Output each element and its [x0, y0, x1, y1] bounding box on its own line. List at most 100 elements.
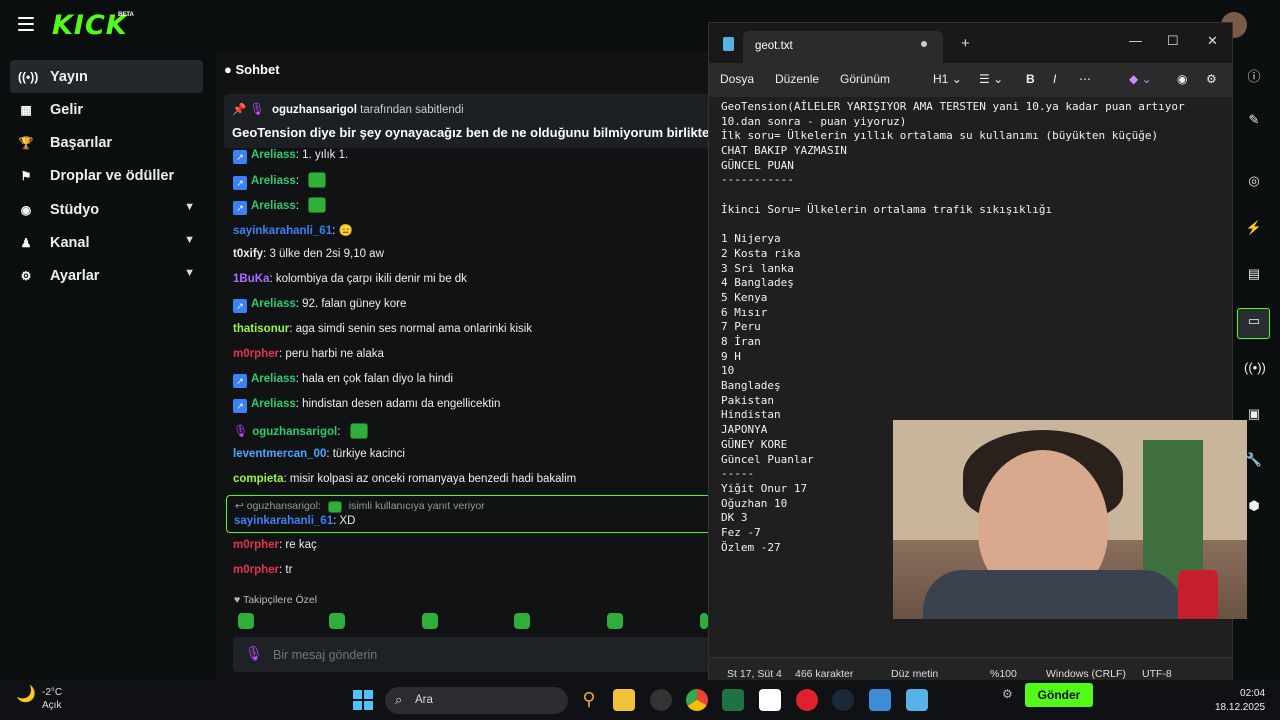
emote-icon — [308, 197, 327, 213]
nav-item-droplar[interactable]: ⚑ Droplar ve ödüller — [10, 159, 203, 192]
document-icon[interactable]: ▤ — [1244, 266, 1264, 286]
nav-item-yayin[interactable]: ((•)) Yayın — [10, 60, 203, 93]
excel-icon[interactable] — [722, 689, 744, 711]
weather-widget[interactable]: 🌙 -2°C Açık — [16, 686, 63, 712]
italic-icon[interactable]: I — [1053, 72, 1056, 86]
bold-icon[interactable]: B — [1026, 72, 1035, 86]
chat-username[interactable]: m0rpher — [233, 564, 279, 576]
wrench-icon[interactable]: 🔧 — [1244, 452, 1264, 472]
kick-logo[interactable]: KICK — [52, 10, 128, 41]
temperature: -2°C — [42, 687, 63, 698]
chat-username[interactable]: sayinkarahanli_61 — [233, 225, 332, 237]
chat-username[interactable]: Areliass — [251, 373, 296, 385]
opera-icon[interactable] — [796, 689, 818, 711]
copilot-icon[interactable]: ◆ ⌄ — [1129, 72, 1152, 86]
pin-icon: 📌 — [232, 104, 247, 116]
obs-icon[interactable] — [650, 689, 672, 711]
layout-icon[interactable]: ▣ — [1244, 406, 1264, 426]
chat-input-box[interactable]: 🎙 — [233, 637, 736, 672]
reply-message[interactable]: ↩ oguzhansarigol: isimli kullanıcıya yan… — [226, 495, 736, 533]
search-app-icon[interactable]: ⚲ — [578, 689, 600, 711]
reply-header: ↩ oguzhansarigol: isimli kullanıcıya yan… — [235, 500, 485, 513]
chat-username[interactable]: m0rpher — [233, 348, 279, 360]
emote-icon[interactable] — [422, 613, 438, 629]
emote-icon[interactable] — [700, 613, 708, 629]
tab-geot[interactable]: geot.txt — [743, 31, 943, 63]
steam-icon[interactable] — [832, 689, 854, 711]
account-icon[interactable]: ◉ — [1177, 72, 1187, 86]
text-line: GeoTension(AİLELER YARIŞIYOR AMA TERSTEN… — [721, 100, 1185, 113]
chat-username[interactable]: oguzhansarigol — [252, 426, 337, 438]
chat-settings-icon[interactable]: ⚙ — [1002, 687, 1013, 701]
emote-icon[interactable] — [329, 613, 345, 629]
camera-icon[interactable]: ◎ — [1244, 173, 1264, 193]
chrome-icon[interactable] — [686, 689, 708, 711]
nav-item-ayarlar[interactable]: ⚙ Ayarlar ▼ — [10, 259, 203, 292]
photos-icon[interactable] — [869, 689, 891, 711]
minimize-icon[interactable]: — — [1129, 33, 1142, 48]
broadcast-icon[interactable]: ((•)) — [1244, 360, 1266, 380]
emote-icon[interactable] — [514, 613, 530, 629]
zoom-level[interactable]: %100 — [990, 668, 1017, 680]
menu-gorunum[interactable]: Görünüm — [840, 72, 890, 86]
list-icon[interactable]: ☰ ⌄ — [979, 72, 1003, 86]
emote-icon[interactable] — [238, 613, 254, 629]
unsaved-dot-icon[interactable] — [921, 41, 927, 47]
revenue-icon: ▦ — [20, 102, 32, 117]
nav-item-studyo[interactable]: ◉ Stüdyo ▼ — [10, 193, 203, 226]
more-icon[interactable]: ⋯ — [1079, 72, 1091, 86]
text-line — [721, 218, 1221, 233]
chat-username[interactable]: Areliass — [251, 200, 296, 212]
gear-icon: ⚙ — [20, 268, 32, 283]
text-line: İlk soru= Ülkelerin yıllık ortalama su k… — [721, 129, 1159, 143]
studio-icon: ◉ — [20, 202, 32, 217]
nav-item-kanal[interactable]: ♟ Kanal ▼ — [10, 226, 203, 259]
nav-item-basarilar[interactable]: 🏆 Başarılar — [10, 126, 203, 159]
chat-message-input[interactable] — [273, 637, 713, 672]
integrations-icon[interactable]: ⬢ — [1244, 498, 1264, 518]
text-mode[interactable]: Düz metin — [891, 668, 938, 680]
chat-username[interactable]: leventmercan_00 — [233, 448, 326, 460]
chat-username[interactable]: Areliass — [251, 398, 296, 410]
chat-username[interactable]: Areliass — [251, 298, 296, 310]
chat-username[interactable]: Areliass — [251, 175, 296, 187]
chat-icon[interactable]: ▭ — [1244, 313, 1264, 333]
taskbar-search[interactable]: ⌕ Ara — [385, 687, 568, 714]
heading-select[interactable]: H1 ⌄ — [933, 72, 962, 86]
notepad-taskbar-icon[interactable] — [906, 689, 928, 711]
line-ending[interactable]: Windows (CRLF) — [1046, 668, 1126, 680]
close-icon[interactable]: ✕ — [1207, 33, 1218, 49]
webcam-person-body — [923, 570, 1183, 619]
lightning-icon[interactable]: ⚡ — [1244, 220, 1264, 240]
send-button[interactable]: Gönder — [1025, 683, 1093, 707]
menu-dosya[interactable]: Dosya — [720, 72, 754, 86]
windows-start-icon[interactable] — [353, 690, 373, 710]
chat-username[interactable]: 1BuKa — [233, 273, 269, 285]
pinned-message[interactable]: 📌 🎙 oguzhansarigol tarafından sabitlendi… — [224, 94, 734, 148]
chat-username[interactable]: m0rpher — [233, 539, 279, 551]
menu-icon[interactable] — [18, 17, 34, 31]
chat-text: aga simdi senin ses normal ama onlarinki… — [295, 323, 533, 335]
chat-username[interactable]: t0xify — [233, 248, 263, 260]
chat-username[interactable]: compieta — [233, 473, 284, 485]
capcut-icon[interactable] — [759, 689, 781, 711]
text-line: 2 Kosta rika — [721, 246, 801, 260]
file-explorer-icon[interactable] — [613, 689, 635, 711]
settings-gear-icon[interactable]: ⚙ — [1206, 72, 1217, 86]
new-tab-icon[interactable]: + — [961, 35, 970, 52]
maximize-icon[interactable]: ☐ — [1167, 33, 1179, 49]
chat-username[interactable]: Areliass — [251, 149, 296, 161]
taskbar-clock[interactable]: 02:04 18.12.2025 — [1215, 687, 1265, 715]
encoding[interactable]: UTF-8 — [1142, 668, 1172, 680]
chat-username[interactable]: thatisonur — [233, 323, 289, 335]
char-count: 466 karakter — [795, 668, 854, 680]
menu-duzenle[interactable]: Düzenle — [775, 72, 819, 86]
nav-item-gelir[interactable]: ▦ Gelir — [10, 93, 203, 126]
emote-icon[interactable] — [607, 613, 623, 629]
cursor-position: St 17, Süt 4 — [727, 668, 782, 680]
edit-icon[interactable]: ✎ — [1244, 112, 1264, 132]
chat-username[interactable]: sayinkarahanli_61 — [234, 515, 333, 527]
pinned-user[interactable]: oguzhansarigol — [272, 104, 357, 116]
chat-text: 92. falan güney kore — [302, 298, 407, 310]
info-icon[interactable]: ⓘ — [1244, 66, 1264, 86]
